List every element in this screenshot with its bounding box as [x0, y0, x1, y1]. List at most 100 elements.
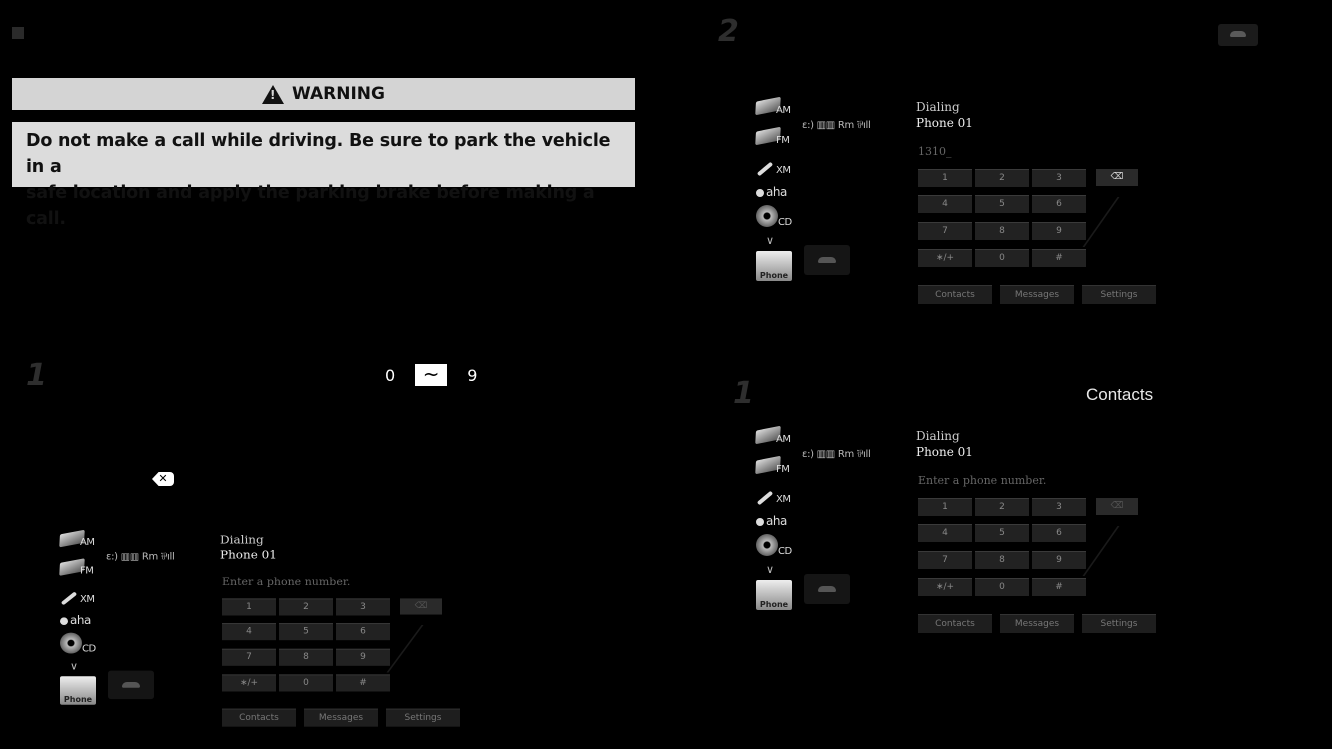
source-cd-button[interactable]: CD: [754, 205, 799, 235]
phone-name: Phone 01: [220, 548, 277, 562]
keypad-key[interactable]: 3: [336, 598, 390, 616]
source-phone-button[interactable]: Phone: [756, 580, 792, 610]
keypad-key[interactable]: ∗/+: [222, 674, 276, 692]
keypad-key[interactable]: 0: [975, 578, 1029, 596]
keypad-key[interactable]: ∗/+: [918, 578, 972, 596]
keypad-key[interactable]: 2: [975, 498, 1029, 516]
source-icon: [60, 632, 82, 654]
keypad-key[interactable]: 6: [336, 623, 390, 641]
softkey-settings-button[interactable]: Settings: [1082, 285, 1156, 304]
keypad-key[interactable]: 9: [1032, 222, 1086, 240]
call-button[interactable]: [804, 574, 850, 604]
source-icon: [756, 189, 764, 197]
softkey-settings-button[interactable]: Settings: [386, 708, 460, 727]
keypad-key[interactable]: 6: [1032, 524, 1086, 542]
keypad-key[interactable]: 3: [1032, 498, 1086, 516]
call-button[interactable]: [804, 245, 850, 275]
source-fm-button[interactable]: FM: [754, 455, 799, 484]
more-sources-chevron-icon[interactable]: ∨: [70, 660, 78, 672]
phone-number-field[interactable]: Enter a phone number.: [918, 474, 1046, 487]
call-button[interactable]: [108, 670, 154, 700]
keypad-key[interactable]: 0: [279, 674, 333, 692]
source-icon: [756, 518, 764, 526]
source-phone-button[interactable]: Phone: [60, 676, 96, 705]
phone-name: Phone 01: [916, 445, 973, 459]
source-am-button[interactable]: AM: [754, 96, 799, 125]
source-icon: [756, 490, 774, 506]
source-xm-button[interactable]: XM: [754, 157, 799, 185]
warning-line-1: Do not make a call while driving. Be sur…: [26, 131, 611, 177]
softkey-contacts-button[interactable]: Contacts: [222, 708, 296, 727]
keypad-key[interactable]: 7: [918, 551, 972, 569]
source-xm-button[interactable]: XM: [754, 486, 799, 514]
source-label: FM: [80, 566, 94, 577]
keypad-key[interactable]: 7: [918, 222, 972, 240]
keypad-key[interactable]: 5: [975, 195, 1029, 213]
keypad-key[interactable]: 9: [1032, 551, 1086, 569]
keypad-key[interactable]: 8: [975, 222, 1029, 240]
keypad-key[interactable]: 3: [1032, 169, 1086, 187]
keypad-key[interactable]: 4: [918, 195, 972, 213]
step-number: 2: [718, 14, 739, 49]
softkey-messages-button[interactable]: Messages: [1000, 614, 1074, 633]
source-label: FM: [776, 135, 790, 146]
source-label: aha: [766, 514, 787, 528]
source-icon: [756, 205, 778, 227]
softkey-settings-button[interactable]: Settings: [1082, 614, 1156, 633]
backspace-button[interactable]: ⌫: [1096, 498, 1138, 515]
keypad-key[interactable]: #: [1032, 249, 1086, 267]
keypad-key[interactable]: 8: [975, 551, 1029, 569]
source-label: AM: [776, 434, 791, 445]
more-sources-chevron-icon[interactable]: ∨: [766, 563, 774, 576]
phone-number-field[interactable]: 1310_: [918, 145, 952, 158]
source-cd-button[interactable]: CD: [58, 632, 103, 662]
keypad-key[interactable]: 1: [222, 598, 276, 616]
softkey-contacts-button[interactable]: Contacts: [918, 285, 992, 304]
source-am-button[interactable]: AM: [754, 425, 799, 454]
dialing-label: Dialing: [220, 532, 264, 547]
warning-body: Do not make a call while driving. Be sur…: [12, 122, 635, 229]
keypad-key[interactable]: #: [336, 674, 390, 692]
keypad-key[interactable]: 1: [918, 169, 972, 187]
source-fm-button[interactable]: FM: [58, 558, 103, 586]
source-icon: [60, 617, 68, 625]
backspace-button[interactable]: ⌫: [400, 598, 442, 615]
keypad-key[interactable]: 9: [336, 648, 390, 666]
keypad-key[interactable]: 2: [279, 598, 333, 616]
status-indicators: ε:) ▥▥ Rm ⅌ıll: [802, 120, 871, 131]
backspace-icon: ✕: [152, 472, 174, 486]
source-fm-button[interactable]: FM: [754, 126, 799, 155]
keypad-key[interactable]: ∗/+: [918, 249, 972, 267]
phone-number-field[interactable]: Enter a phone number.: [222, 576, 350, 588]
source-label: XM: [776, 494, 791, 505]
keypad-key[interactable]: 0: [975, 249, 1029, 267]
keypad-key[interactable]: 4: [222, 623, 276, 641]
source-cd-button[interactable]: CD: [754, 534, 799, 564]
backspace-button[interactable]: ⌫: [1096, 169, 1138, 186]
keypad-key[interactable]: 1: [918, 498, 972, 516]
source-label: CD: [82, 644, 96, 655]
status-indicators: ε:) ▥▥ Rm ⅌ıll: [106, 551, 175, 563]
source-phone-button[interactable]: Phone: [756, 251, 792, 281]
source-label: CD: [778, 546, 792, 557]
source-am-button[interactable]: AM: [58, 529, 103, 557]
softkey-messages-button[interactable]: Messages: [304, 708, 378, 727]
source-label: CD: [778, 217, 792, 228]
keypad-key[interactable]: 2: [975, 169, 1029, 187]
softkey-contacts-button[interactable]: Contacts: [918, 614, 992, 633]
keypad-key[interactable]: 5: [975, 524, 1029, 542]
warning-icon: [262, 84, 285, 104]
contacts-label: Contacts: [1086, 385, 1154, 404]
keypad-key[interactable]: #: [1032, 578, 1086, 596]
softkey-messages-button[interactable]: Messages: [1000, 285, 1074, 304]
source-label: Phone: [63, 695, 93, 704]
warning-line-2: safe location and apply the parking brak…: [26, 183, 595, 229]
warning-header: WARNING: [12, 78, 635, 110]
keypad-key[interactable]: 4: [918, 524, 972, 542]
keypad-key[interactable]: 7: [222, 648, 276, 666]
keypad-key[interactable]: 6: [1032, 195, 1086, 213]
keypad-key[interactable]: 5: [279, 623, 333, 641]
source-xm-button[interactable]: XM: [58, 587, 103, 614]
more-sources-chevron-icon[interactable]: ∨: [766, 234, 774, 247]
keypad-key[interactable]: 8: [279, 648, 333, 666]
